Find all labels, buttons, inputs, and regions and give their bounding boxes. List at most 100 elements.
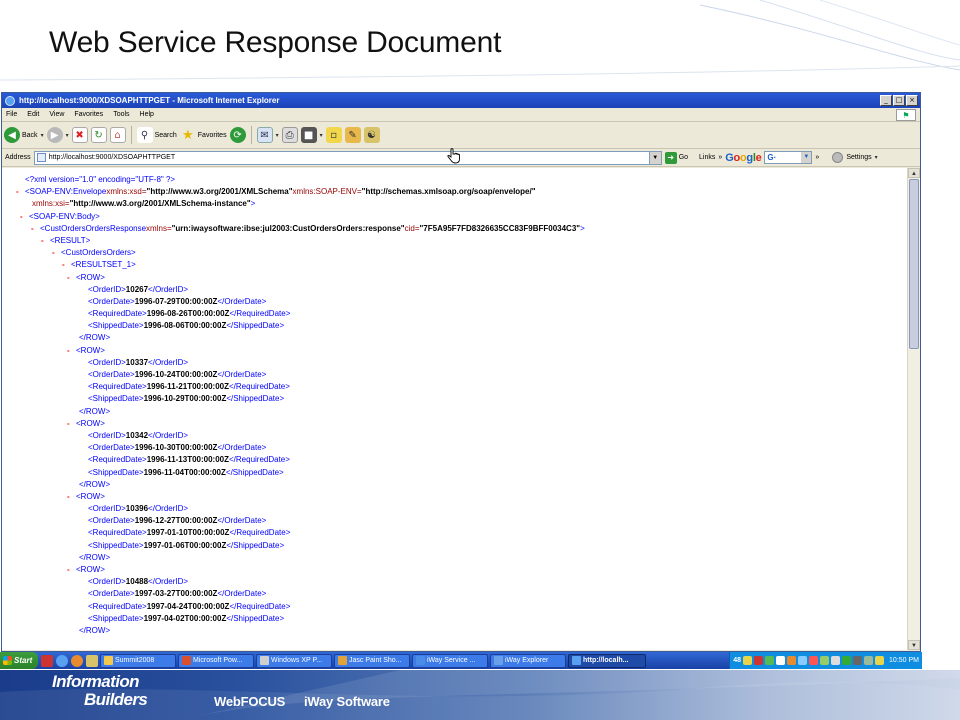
collapse-toggle[interactable]: - [31,223,40,235]
browser-titlebar[interactable]: http://localhost:9000/XDSOAPHTTPGET - Mi… [2,93,920,108]
browser-window[interactable]: http://localhost:9000/XDSOAPHTTPGET - Mi… [1,92,921,652]
collapse-toggle[interactable]: - [20,211,29,223]
settings-button[interactable]: Settings [846,154,871,161]
edit-dropdown-icon[interactable]: ▾ [320,132,323,139]
google-search-input[interactable]: G· ▼ [764,151,813,164]
menu-help[interactable]: Help [140,111,154,118]
menu-favorites[interactable]: Favorites [74,111,103,118]
favorites-button[interactable]: ★ Favorites [180,127,227,143]
xml-field-line: <RequiredDate> 1996-11-13T00:00:00Z </Requ… [16,454,908,466]
xml-field-line: <OrderDate> 1996-07-29T00:00:00Z </OrderDa… [16,296,908,308]
collapse-toggle[interactable]: - [62,259,71,271]
xml-field-line: <OrderID> 10342 </OrderID> [16,430,908,442]
vertical-scrollbar[interactable]: ▲ ▼ [907,168,920,650]
taskbar-button[interactable]: Windows XP P... [256,653,332,668]
scroll-up-icon[interactable]: ▲ [908,168,920,178]
edit-icon[interactable]: ■ [300,127,317,143]
scroll-thumb[interactable] [909,179,919,349]
minimize-button[interactable]: _ [880,95,892,106]
start-button[interactable]: Start [0,652,38,669]
tray-sync-icon[interactable] [842,656,852,665]
go-button[interactable]: ➜ Go [664,151,688,164]
attr-value: "7F5A95F7FD8326635CC83F9BFF0034C3" [419,223,581,233]
toolbar-separator [130,126,132,144]
back-dropdown-icon[interactable]: ▾ [41,132,44,139]
xml-line-custorders: - <CustOrdersOrders> [16,247,908,259]
tray-volume-icon[interactable] [831,656,841,665]
messenger-icon[interactable]: ☯ [363,127,380,143]
search-button[interactable]: ⚲ Search [136,127,177,143]
taskbar-button[interactable]: Microsoft Pow... [178,653,254,668]
google-dropdown-icon[interactable]: ▼ [801,152,812,163]
tray-display-icon[interactable] [776,656,786,665]
quicklaunch-adobe-icon[interactable] [41,654,53,667]
taskbar-button[interactable]: Summit2008 [100,653,176,668]
tray-weather-icon[interactable] [743,656,753,665]
menu-tools[interactable]: Tools [113,111,129,118]
collapse-toggle[interactable]: - [67,272,76,284]
google-chevron-icon[interactable]: » [815,154,819,161]
hand-cursor-icon [447,148,460,164]
tray-update-icon[interactable] [787,656,797,665]
collapse-toggle[interactable]: - [16,186,25,198]
print-icon[interactable]: ⎙ [281,127,298,143]
attr-name: xmlns= [146,223,172,233]
tray-antivirus-icon[interactable] [754,656,764,665]
home-icon[interactable]: ⌂ [109,127,126,143]
collapse-toggle[interactable]: - [67,418,76,430]
windows-flag-icon: ⚑ [896,109,916,121]
refresh-icon[interactable]: ↻ [90,127,107,143]
collapse-toggle[interactable]: - [41,235,50,247]
collapse-toggle[interactable]: - [52,247,61,259]
field-close-tag: </OrderDate> [217,370,267,379]
taskbar-button[interactable]: iWay Service ... [412,653,488,668]
tray-battery-icon[interactable] [864,656,874,665]
taskbar-button[interactable]: Jasc Paint Sho... [334,653,410,668]
taskbar-button[interactable]: http://localh... [568,653,646,668]
address-input[interactable]: http://localhost:9000/XDSOAPHTTPGET ▼ [33,150,662,165]
menu-view[interactable]: View [49,111,64,118]
maximize-button[interactable]: □ [893,95,905,106]
forward-dropdown-icon[interactable]: ▾ [66,132,69,139]
menu-file[interactable]: File [6,111,17,118]
tray-messenger-icon[interactable] [875,656,885,665]
shipped-date-value: 1997-01-06T00:00:00Z [143,540,227,550]
settings-dropdown-icon[interactable]: ▾ [875,154,878,161]
back-button[interactable]: ◀ Back [4,127,38,143]
forward-arrow-icon[interactable]: ▶ [46,127,63,143]
links-label[interactable]: Links [699,154,715,161]
taskbar-button[interactable]: iWay Explorer [490,653,566,668]
page-content[interactable]: <?xml version="1.0" encoding="UTF-8" ?> … [2,168,908,650]
quicklaunch-folder-icon[interactable] [86,654,98,667]
tray-bluetooth-icon[interactable] [798,656,808,665]
mail-icon[interactable]: ✉ [256,127,273,143]
field-close-tag: </OrderDate> [217,296,267,306]
clock[interactable]: 10:50 PM [889,657,919,664]
tray-power-icon[interactable] [820,656,830,665]
address-url: http://localhost:9000/XDSOAPHTTPGET [48,154,176,161]
scroll-down-icon[interactable]: ▼ [908,640,920,650]
close-button[interactable]: × [906,95,918,106]
links-chevron-icon[interactable]: » [718,154,722,161]
menu-edit[interactable]: Edit [27,111,39,118]
settings-gear-icon[interactable] [832,152,844,163]
collapse-toggle[interactable]: - [67,564,76,576]
discuss-icon[interactable]: ▫ [325,127,342,143]
tray-network-icon[interactable] [765,656,775,665]
field-close-tag: </RequiredDate> [229,528,291,538]
history-icon[interactable]: ⟳ [229,127,246,143]
quicklaunch-firefox-icon[interactable] [71,654,83,667]
collapse-toggle[interactable]: - [67,345,76,357]
research-icon[interactable]: ✎ [344,127,361,143]
required-date-value: 1996-11-21T00:00:00Z [146,382,229,392]
address-dropdown-icon[interactable]: ▼ [648,151,661,164]
field-close-tag: </OrderDate> [217,589,267,599]
stop-icon[interactable]: ✖ [71,127,88,143]
quicklaunch-ie-icon[interactable] [56,654,68,667]
mail-dropdown-icon[interactable]: ▾ [276,132,279,139]
tray-security-icon[interactable] [809,656,819,665]
ie-logo-icon [5,95,15,106]
field-open-tag: <OrderDate> [88,589,135,599]
collapse-toggle[interactable]: - [67,491,76,503]
tray-monitor-icon[interactable] [853,656,863,665]
